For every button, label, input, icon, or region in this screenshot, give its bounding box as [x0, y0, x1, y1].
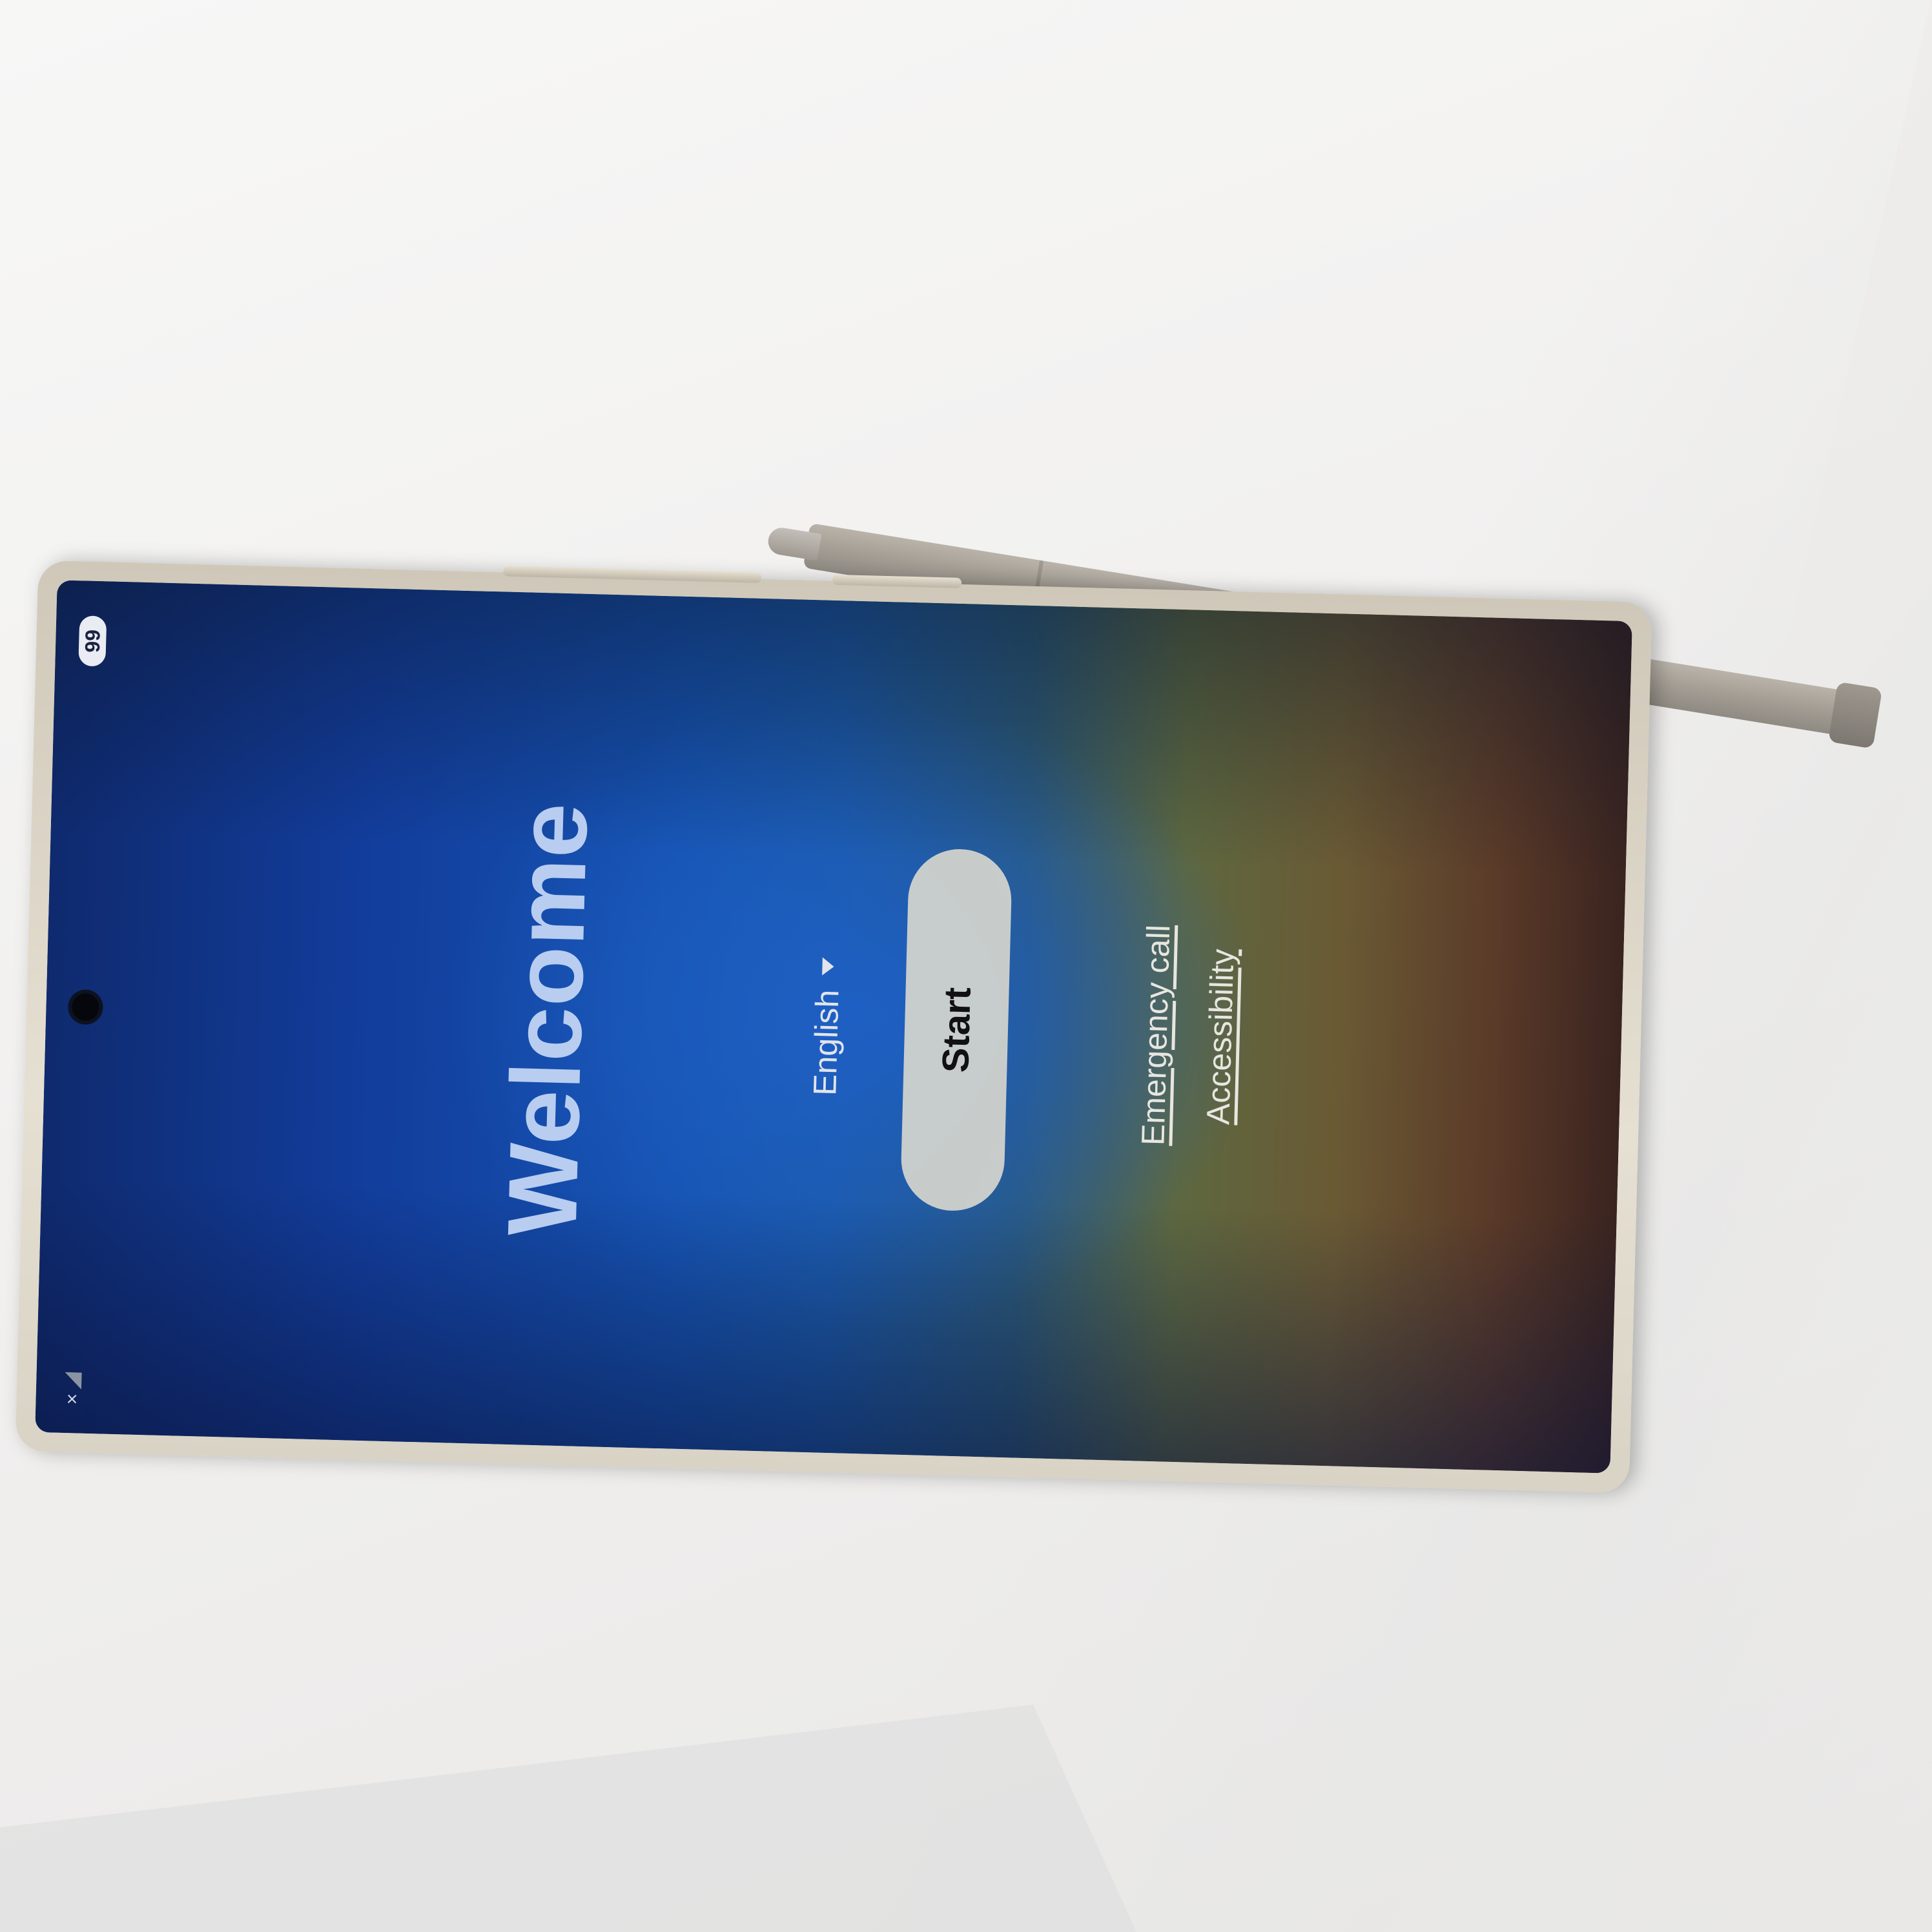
signal-triangle-icon [64, 1372, 82, 1390]
phone: × 99 Welcome English Start Emergency cal… [15, 560, 1652, 1494]
start-button[interactable]: Start [899, 847, 1013, 1212]
welcome-title: Welcome [487, 801, 608, 1238]
language-label: English [807, 989, 846, 1096]
status-bar: × [61, 1372, 84, 1405]
phone-frame: × 99 Welcome English Start Emergency cal… [15, 560, 1652, 1494]
no-signal-x-icon: × [61, 1393, 83, 1405]
phone-screen: × 99 Welcome English Start Emergency cal… [35, 580, 1632, 1474]
notification-count-badge: 99 [78, 615, 107, 667]
no-signal-icon: × [61, 1372, 84, 1405]
stylus-cap [1828, 681, 1883, 749]
dropdown-caret-icon [822, 957, 834, 976]
